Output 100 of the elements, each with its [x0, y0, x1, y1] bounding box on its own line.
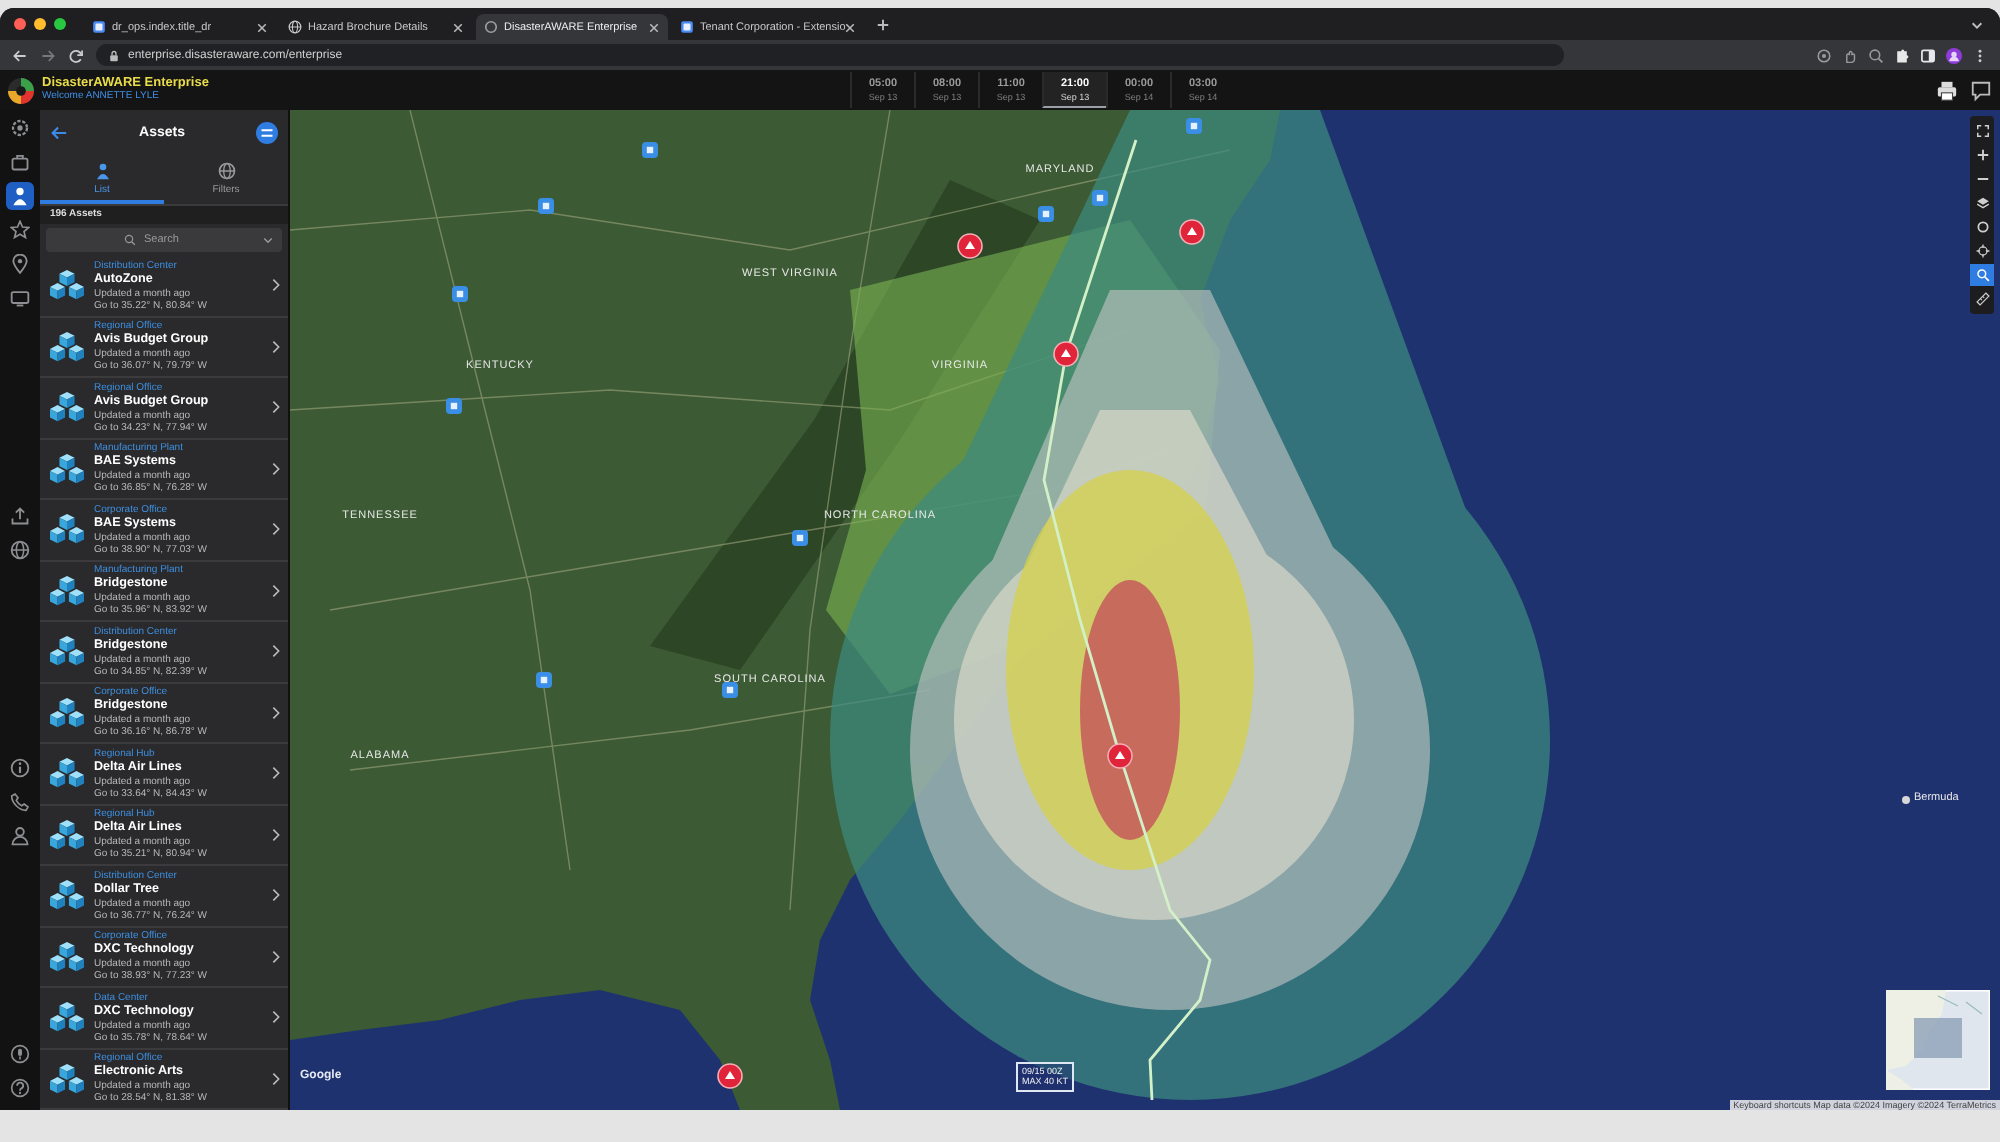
- chevron-icon: [272, 949, 280, 964]
- avatar-icon[interactable]: [1946, 47, 1962, 63]
- back-arrow-icon[interactable]: [50, 124, 68, 142]
- globe-icon: [10, 540, 30, 560]
- nav-button[interactable]: [6, 216, 34, 244]
- location-marker-icon[interactable]: [642, 142, 658, 158]
- chevron-icon: [272, 766, 280, 781]
- alert-marker-icon[interactable]: [1179, 219, 1205, 245]
- cubes-icon: [48, 451, 86, 486]
- back-icon[interactable]: [12, 47, 28, 63]
- alert-marker-icon[interactable]: [1107, 743, 1133, 769]
- nav-button[interactable]: [6, 502, 34, 530]
- cubes-icon: [48, 756, 86, 791]
- feedback-button[interactable]: [1970, 79, 1992, 101]
- layers-icon: [1975, 196, 1989, 210]
- globe-icon: [217, 161, 235, 179]
- phone-icon: [10, 792, 30, 812]
- chevron-icon: [272, 644, 280, 659]
- screen-icon: [10, 288, 30, 308]
- dropdown-caret-icon[interactable]: [262, 234, 274, 246]
- reload-icon[interactable]: [68, 47, 84, 63]
- printer-icon: [1936, 79, 1958, 101]
- page-icon: [680, 20, 694, 34]
- location-marker-icon[interactable]: [792, 530, 808, 546]
- circle-icon: [484, 20, 498, 34]
- nav-button[interactable]: [6, 822, 34, 850]
- microphone-icon: [10, 1044, 30, 1064]
- search-icon: [1975, 268, 1989, 282]
- location-marker-icon[interactable]: [1038, 206, 1054, 222]
- cubes-icon: [48, 1061, 86, 1096]
- location-marker-icon[interactable]: [536, 672, 552, 688]
- close-icon[interactable]: [256, 21, 268, 33]
- minimize-window-icon[interactable]: [34, 18, 46, 30]
- fullscreen-icon: [1975, 124, 1989, 138]
- person-icon: [93, 161, 111, 179]
- maximize-window-icon[interactable]: [54, 18, 66, 30]
- chevron-icon: [272, 705, 280, 720]
- nav-button[interactable]: [6, 1040, 34, 1068]
- location-marker-icon[interactable]: [1186, 118, 1202, 134]
- chevron-icon: [272, 583, 280, 598]
- nav-button[interactable]: [6, 182, 34, 210]
- alert-marker-icon[interactable]: [1053, 341, 1079, 367]
- cubes-icon: [48, 329, 86, 364]
- lock-icon: [108, 49, 120, 61]
- chevron-icon: [272, 1071, 280, 1086]
- chevron-icon: [272, 400, 280, 415]
- close-icon[interactable]: [452, 21, 464, 33]
- chevron-icon: [272, 1010, 280, 1025]
- user-icon: [10, 826, 30, 846]
- nav-button[interactable]: [6, 536, 34, 564]
- logo-icon: [8, 77, 34, 103]
- zoom-icon[interactable]: [1868, 47, 1884, 63]
- chevron-icon: [272, 278, 280, 293]
- cubes-icon: [48, 817, 86, 852]
- lens-icon[interactable]: [1816, 47, 1832, 63]
- alert-marker-icon[interactable]: [957, 233, 983, 259]
- cubes-icon: [48, 1000, 86, 1035]
- nav-button[interactable]: [6, 754, 34, 782]
- location-marker-icon[interactable]: [722, 682, 738, 698]
- new-tab-button[interactable]: [874, 15, 892, 33]
- cubes-icon: [48, 512, 86, 547]
- crosshair-icon: [1975, 244, 1989, 258]
- ring-icon: [1975, 220, 1989, 234]
- chevron-icon: [272, 522, 280, 537]
- extension-icon[interactable]: [1894, 47, 1910, 63]
- nav-button[interactable]: [6, 1074, 34, 1102]
- location-marker-icon[interactable]: [1092, 190, 1108, 206]
- chevron-icon: [272, 888, 280, 903]
- more-icon[interactable]: [256, 122, 278, 144]
- cubes-icon: [48, 268, 86, 303]
- settings-icon: [10, 118, 30, 138]
- chat-icon: [1970, 79, 1992, 101]
- globe-icon: [288, 20, 302, 34]
- chevron-icon: [272, 339, 280, 354]
- cubes-icon: [48, 634, 86, 669]
- close-icon[interactable]: [844, 21, 856, 33]
- briefcase-icon: [10, 152, 30, 172]
- nav-button[interactable]: [6, 788, 34, 816]
- upload-icon: [10, 506, 30, 526]
- nav-button[interactable]: [6, 114, 34, 142]
- forward-icon[interactable]: [40, 47, 56, 63]
- chevron-icon: [272, 461, 280, 476]
- star-icon: [10, 220, 30, 240]
- cubes-icon: [48, 573, 86, 608]
- cubes-icon: [48, 939, 86, 974]
- alert-marker-icon[interactable]: [717, 1063, 743, 1089]
- close-icon[interactable]: [648, 21, 660, 33]
- location-marker-icon[interactable]: [446, 398, 462, 414]
- plus-icon: [876, 17, 890, 31]
- info-icon: [10, 758, 30, 778]
- caret-icon[interactable]: [1970, 17, 1984, 31]
- cubes-icon: [48, 878, 86, 913]
- side-panel-icon[interactable]: [1920, 47, 1936, 63]
- nav-button[interactable]: [6, 250, 34, 278]
- close-window-icon[interactable]: [14, 18, 26, 30]
- hand-icon[interactable]: [1842, 47, 1858, 63]
- print-button[interactable]: [1936, 79, 1958, 101]
- location-marker-icon[interactable]: [452, 286, 468, 302]
- location-marker-icon[interactable]: [538, 198, 554, 214]
- help-icon: [10, 1078, 30, 1098]
